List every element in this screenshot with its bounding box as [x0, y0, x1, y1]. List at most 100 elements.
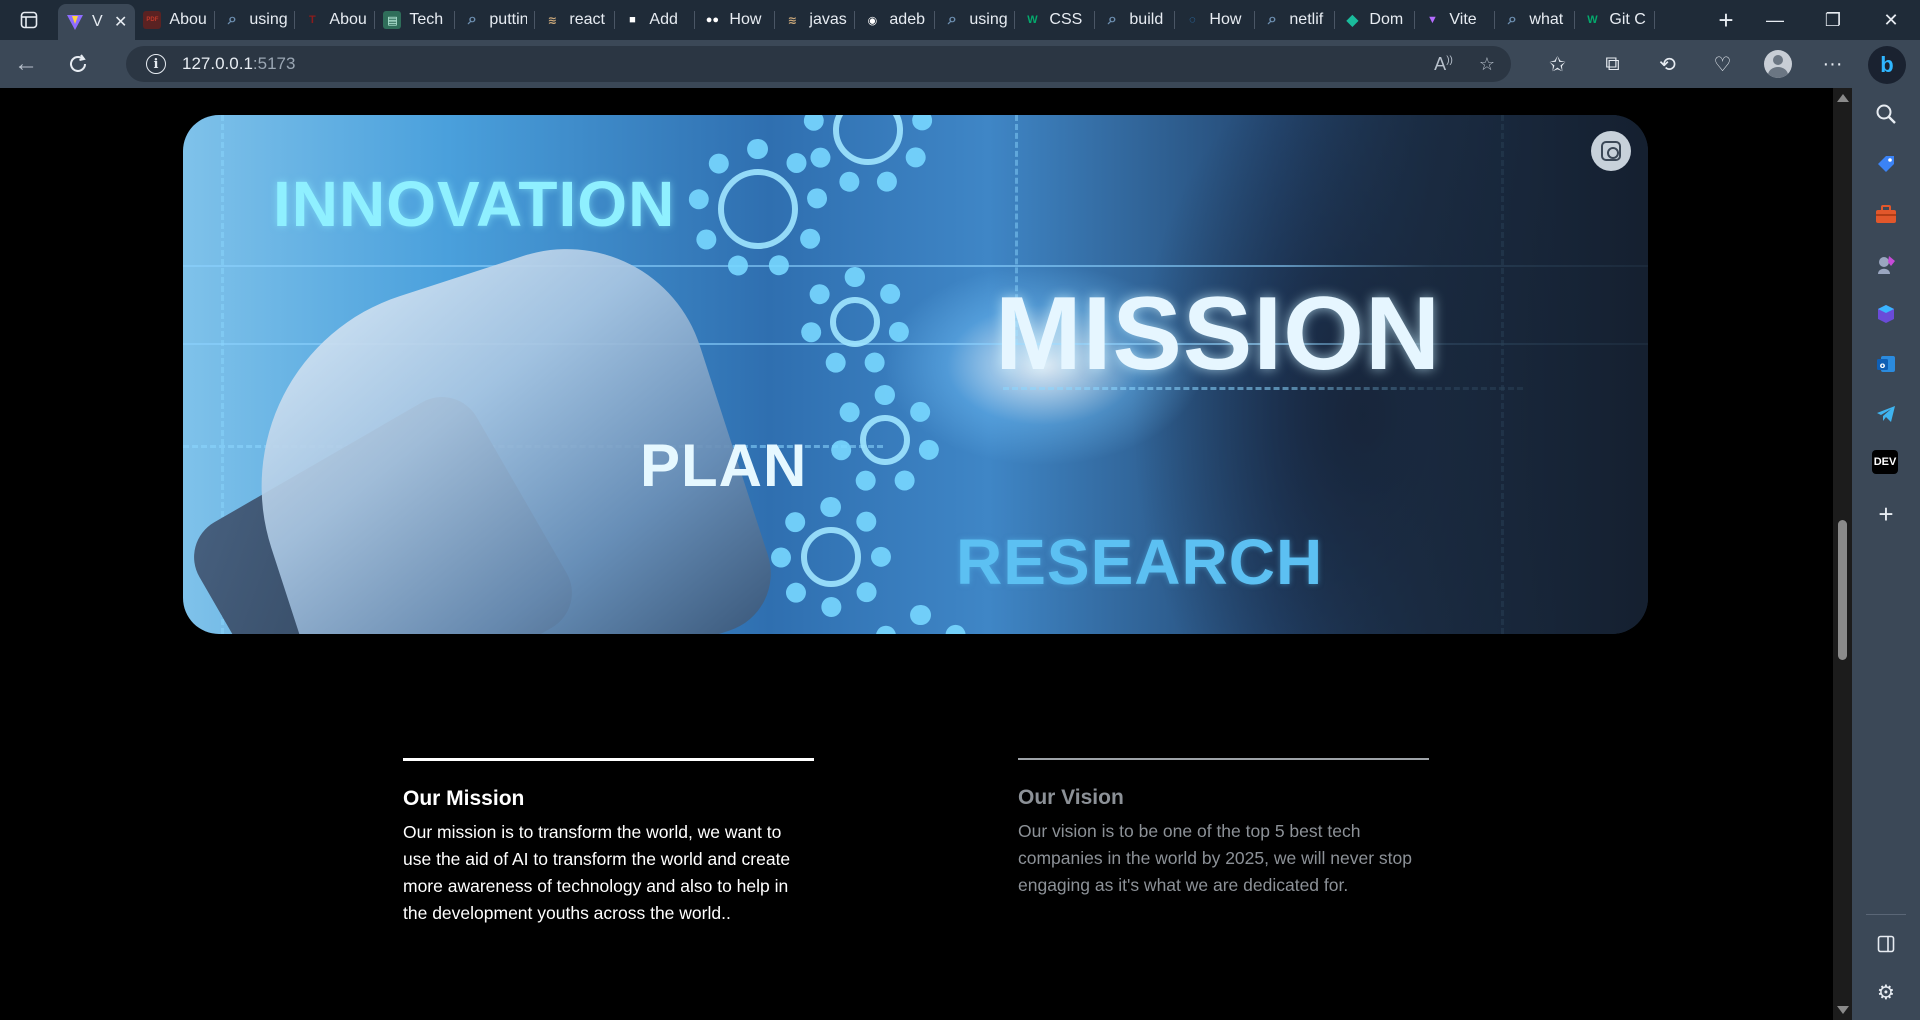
sidebar-settings-icon[interactable]: ⚙	[1872, 978, 1900, 1006]
favorites-icon[interactable]: ✩	[1530, 40, 1585, 88]
restore-icon[interactable]: ❐	[1804, 0, 1862, 40]
edge-sidebar: b o DEV + ⚙	[1852, 40, 1920, 1020]
sidebar-search-icon[interactable]	[1872, 100, 1900, 128]
address-bar[interactable]: i 127.0.0.1:5173 A)) ☆	[126, 46, 1511, 82]
tab-14[interactable]: ⌕ netlif	[1255, 0, 1336, 40]
vision-section: Our Vision Our vision is to be one of th…	[1018, 758, 1429, 899]
search-icon: ⌕	[467, 11, 477, 28]
new-tab-button[interactable]: +	[1706, 0, 1746, 40]
search-icon: ⌕	[1107, 11, 1117, 28]
diamond-icon: ◆	[1346, 12, 1359, 29]
svg-text:o: o	[1880, 361, 1886, 370]
add-favorite-icon[interactable]: ☆	[1479, 54, 1495, 75]
page-scrollbar[interactable]	[1833, 88, 1852, 1020]
tab-5[interactable]: ≋ react	[535, 0, 616, 40]
gear-icon	[771, 497, 891, 617]
add-sidebar-item-icon[interactable]: +	[1872, 499, 1900, 529]
tab-0[interactable]: PDF Abou	[135, 0, 216, 40]
search-icon: ⌕	[1267, 11, 1277, 28]
tab-title: V	[92, 13, 103, 30]
scroll-up-icon[interactable]	[1837, 94, 1849, 102]
vision-divider	[1018, 758, 1429, 760]
hero-image: INNOVATION MISSION PLAN RESEARCH	[183, 115, 1648, 634]
tab-16[interactable]: ▼ Vite	[1415, 0, 1496, 40]
browser-toolbar: ← i 127.0.0.1:5173 A)) ☆ ✩ ⧉ ⟲ ♡ ···	[0, 40, 1920, 88]
tab-title: build	[1129, 11, 1164, 28]
browser-essentials-icon[interactable]: ♡	[1695, 40, 1750, 88]
games-icon[interactable]	[1872, 250, 1900, 278]
video-icon: ■	[629, 14, 636, 26]
visual-search-button[interactable]	[1591, 131, 1631, 171]
history-icon[interactable]: ⟲	[1640, 40, 1695, 88]
read-aloud-icon[interactable]: A))	[1434, 54, 1453, 75]
tab-4[interactable]: ⌕ puttin	[455, 0, 536, 40]
mission-body: Our mission is to transform the world, w…	[403, 822, 791, 923]
close-tab-icon[interactable]: ✕	[114, 12, 127, 32]
pdf-icon: PDF	[143, 11, 162, 29]
tab-13[interactable]: ◌ How	[1175, 0, 1256, 40]
outlook-icon[interactable]: o	[1872, 350, 1900, 378]
telegram-icon[interactable]	[1872, 400, 1900, 428]
tab-title: using	[969, 11, 1008, 28]
tab-title: Add	[649, 11, 678, 28]
vision-body: Our vision is to be one of the top 5 bes…	[1018, 821, 1412, 895]
tab-title: Abou	[169, 11, 207, 28]
url-port: :5173	[252, 54, 296, 73]
minimize-icon[interactable]: —	[1746, 0, 1804, 40]
tab-12[interactable]: ⌕ build	[1095, 0, 1176, 40]
tab-title: javas	[809, 11, 847, 28]
tab-6[interactable]: ■ Add	[615, 0, 696, 40]
tab-1[interactable]: ⌕ using	[215, 0, 296, 40]
stack-icon: ≋	[787, 14, 798, 27]
copilot-icon[interactable]	[1872, 300, 1900, 328]
tab-18[interactable]: W Git C	[1575, 0, 1656, 40]
swirl-icon: ◌	[1189, 14, 1196, 26]
tab-3[interactable]: ▤ Tech	[375, 0, 456, 40]
sidebar-divider	[1866, 914, 1906, 915]
tab-title: react	[569, 11, 605, 28]
hero-word-mission: MISSION	[995, 276, 1442, 392]
hide-sidebar-icon[interactable]	[1872, 930, 1900, 958]
tab-11[interactable]: W CSS	[1015, 0, 1096, 40]
medium-icon: ●●	[705, 14, 720, 26]
collections-icon[interactable]: ⧉	[1585, 40, 1640, 88]
url-host: 127.0.0.1	[182, 54, 253, 73]
tab-title: Tech	[409, 11, 444, 28]
red-logo-icon: T	[309, 14, 316, 26]
close-window-icon[interactable]: ✕	[1862, 0, 1920, 40]
bing-copilot-icon[interactable]: b	[1868, 46, 1906, 84]
tab-2[interactable]: T Abou	[295, 0, 376, 40]
tab-15[interactable]: ◆ Dom	[1335, 0, 1416, 40]
gear-icon	[800, 267, 910, 377]
dev-icon[interactable]: DEV	[1872, 450, 1898, 474]
profile-avatar[interactable]	[1750, 40, 1805, 88]
shopping-tag-icon[interactable]	[1872, 150, 1900, 178]
tab-10[interactable]: ⌕ using	[935, 0, 1016, 40]
site-info-icon[interactable]: i	[146, 54, 166, 74]
vite-icon: ▼	[1426, 14, 1438, 26]
tab-9[interactable]: ◉ adeb	[855, 0, 936, 40]
gear-icon	[688, 139, 828, 279]
tab-actions-icon[interactable]	[0, 0, 58, 40]
tab-7[interactable]: ●● How	[695, 0, 776, 40]
hero-word-plan: PLAN	[640, 432, 808, 499]
document-icon: ▤	[383, 11, 402, 29]
back-button[interactable]: ←	[0, 40, 52, 88]
tab-active[interactable]: V ✕	[58, 4, 136, 40]
mission-section: Our Mission Our mission is to transform …	[403, 758, 814, 927]
tab-title: Git C	[1609, 11, 1646, 28]
tab-17[interactable]: ⌕ what	[1495, 0, 1576, 40]
scroll-thumb[interactable]	[1838, 520, 1847, 660]
mission-heading: Our Mission	[403, 787, 525, 810]
scroll-down-icon[interactable]	[1837, 1006, 1849, 1014]
tab-8[interactable]: ≋ javas	[775, 0, 856, 40]
tab-title: CSS	[1049, 11, 1083, 28]
mission-divider	[403, 758, 814, 761]
reload-button[interactable]	[52, 40, 104, 88]
tab-title: puttin	[489, 11, 528, 28]
toolbox-icon[interactable]	[1872, 200, 1900, 228]
w3-icon: W	[1027, 14, 1038, 26]
gear-icon	[830, 385, 940, 495]
vite-icon	[66, 13, 84, 31]
tab-strip: V ✕ PDF Abou ⌕ using T Abou ▤ Tech ⌕ puttin ≋ react…	[0, 0, 1920, 40]
